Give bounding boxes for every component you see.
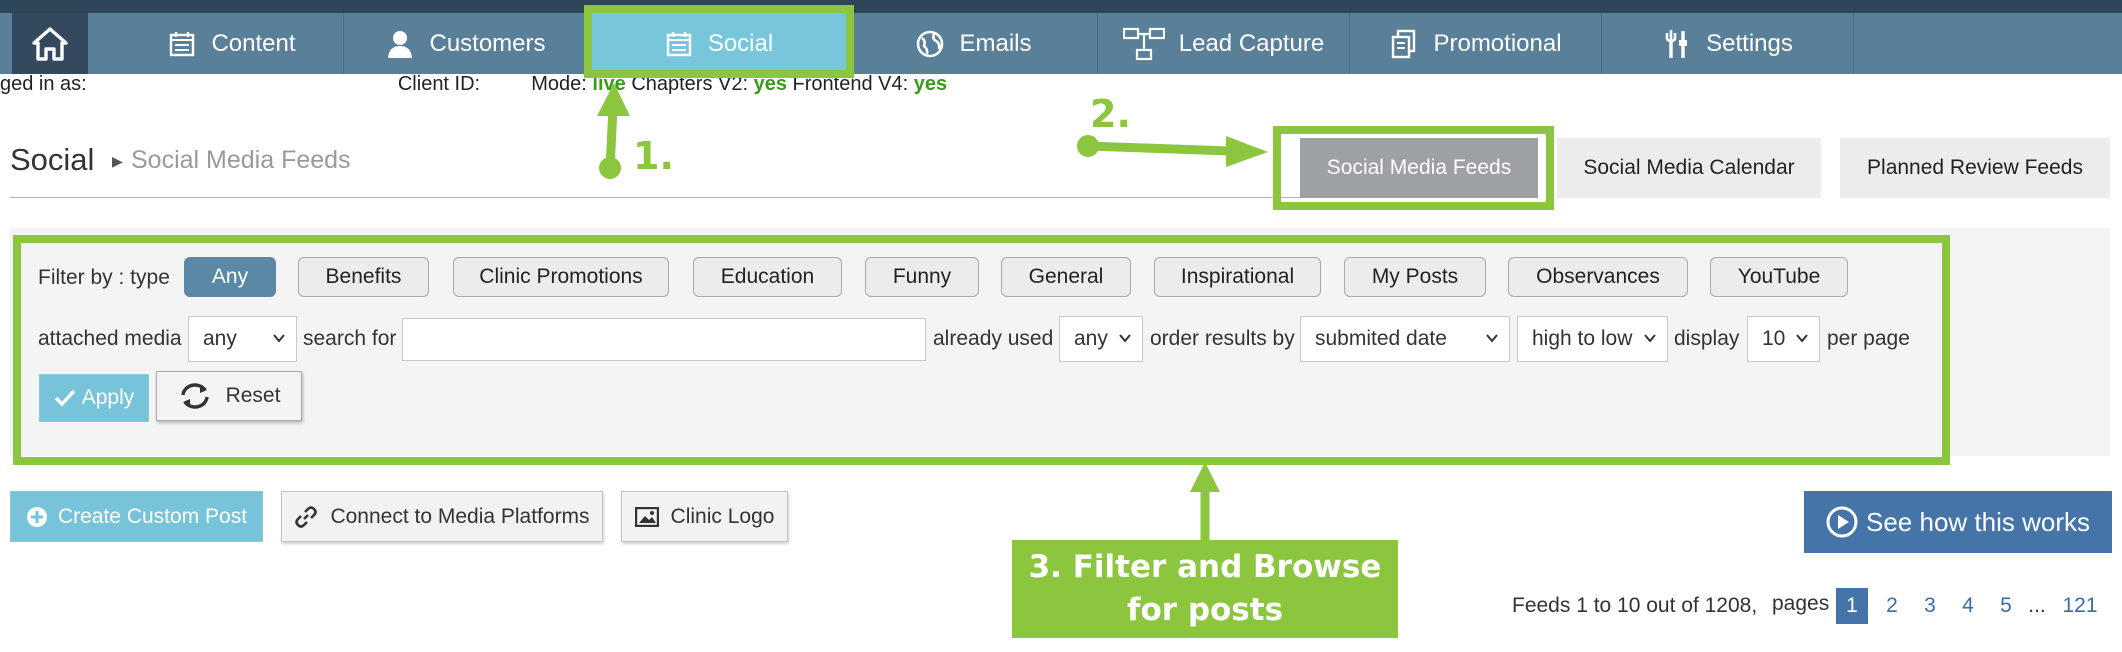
annotation-step-3-line2: for posts xyxy=(1126,592,1284,628)
connect-media-label: Connect to Media Platforms xyxy=(330,504,590,528)
title-divider xyxy=(10,197,1340,198)
tab-social-media-calendar[interactable]: Social Media Calendar xyxy=(1557,138,1821,198)
create-custom-post-button[interactable]: Create Custom Post xyxy=(10,491,263,542)
nav-label-customers: Customers xyxy=(429,29,546,57)
feeds-summary: Feeds 1 to 10 out of 1208, xyxy=(1512,594,1758,617)
copy-icon xyxy=(1389,29,1419,59)
see-how-button[interactable]: See how this works xyxy=(1804,491,2112,553)
tools-icon xyxy=(1662,29,1692,59)
top-strip xyxy=(0,0,2122,13)
pages-label: pages xyxy=(1772,592,1830,615)
page-link-last[interactable]: 121 xyxy=(2054,588,2106,624)
nav-label-lead-capture: Lead Capture xyxy=(1178,29,1325,57)
nav-label-promotional: Promotional xyxy=(1433,29,1562,57)
nav-customers[interactable]: Customers xyxy=(344,13,588,74)
page-link-3[interactable]: 3 xyxy=(1916,588,1944,624)
frontend-value: yes xyxy=(913,73,948,95)
annotation-step-3-line1: 3. Filter and Browse xyxy=(1028,549,1382,585)
annotation-step-2: 2. xyxy=(1090,92,1131,136)
annotation-callout-filter: 3. Filter and Browse for posts xyxy=(1012,540,1398,638)
breadcrumb: Social Media Feeds xyxy=(131,146,351,174)
clinic-logo-label: Clinic Logo xyxy=(670,504,775,528)
nav-label-emails: Emails xyxy=(959,29,1032,57)
page-link-1[interactable]: 1 xyxy=(1836,588,1868,624)
client-id-label: Client ID: xyxy=(397,73,481,95)
home-icon xyxy=(32,26,68,61)
nav-settings[interactable]: Settings xyxy=(1602,13,1854,74)
calendar-icon xyxy=(167,29,197,59)
image-icon xyxy=(634,506,659,527)
logged-in-label: ged in as: xyxy=(0,73,87,95)
sitemap-icon xyxy=(1122,27,1165,60)
connect-media-button[interactable]: Connect to Media Platforms xyxy=(281,491,603,542)
page-link-4[interactable]: 4 xyxy=(1954,588,1982,624)
play-circle-icon xyxy=(1826,506,1858,538)
annotation-box-feeds-tab xyxy=(1273,126,1554,210)
nav-emails[interactable]: Emails xyxy=(850,13,1098,74)
nav-content[interactable]: Content xyxy=(120,13,344,74)
clinic-logo-button[interactable]: Clinic Logo xyxy=(621,491,788,542)
nav-promotional[interactable]: Promotional xyxy=(1350,13,1602,74)
create-custom-post-label: Create Custom Post xyxy=(57,504,248,528)
nav-label-content: Content xyxy=(211,29,296,57)
page-link-5[interactable]: 5 xyxy=(1992,588,2020,624)
plus-circle-icon xyxy=(26,506,47,527)
annotation-step-1: 1. xyxy=(633,134,674,178)
annotation-box-filter xyxy=(13,235,1950,465)
page-ellipsis: ... xyxy=(2028,594,2046,617)
page-title: Social xyxy=(10,142,95,177)
link-icon xyxy=(295,505,318,528)
nav-lead-capture[interactable]: Lead Capture xyxy=(1098,13,1350,74)
person-icon xyxy=(385,29,415,59)
mode-label: Mode: xyxy=(531,73,587,95)
home-button[interactable] xyxy=(12,13,88,74)
nav-label-settings: Settings xyxy=(1706,29,1793,57)
see-how-label: See how this works xyxy=(1866,506,2090,537)
page-link-2[interactable]: 2 xyxy=(1878,588,1906,624)
globe-icon xyxy=(915,29,945,59)
annotation-box-social xyxy=(584,5,854,78)
breadcrumb-arrow-icon: ▶ xyxy=(112,153,123,169)
tab-planned-review-feeds[interactable]: Planned Review Feeds xyxy=(1840,138,2110,198)
